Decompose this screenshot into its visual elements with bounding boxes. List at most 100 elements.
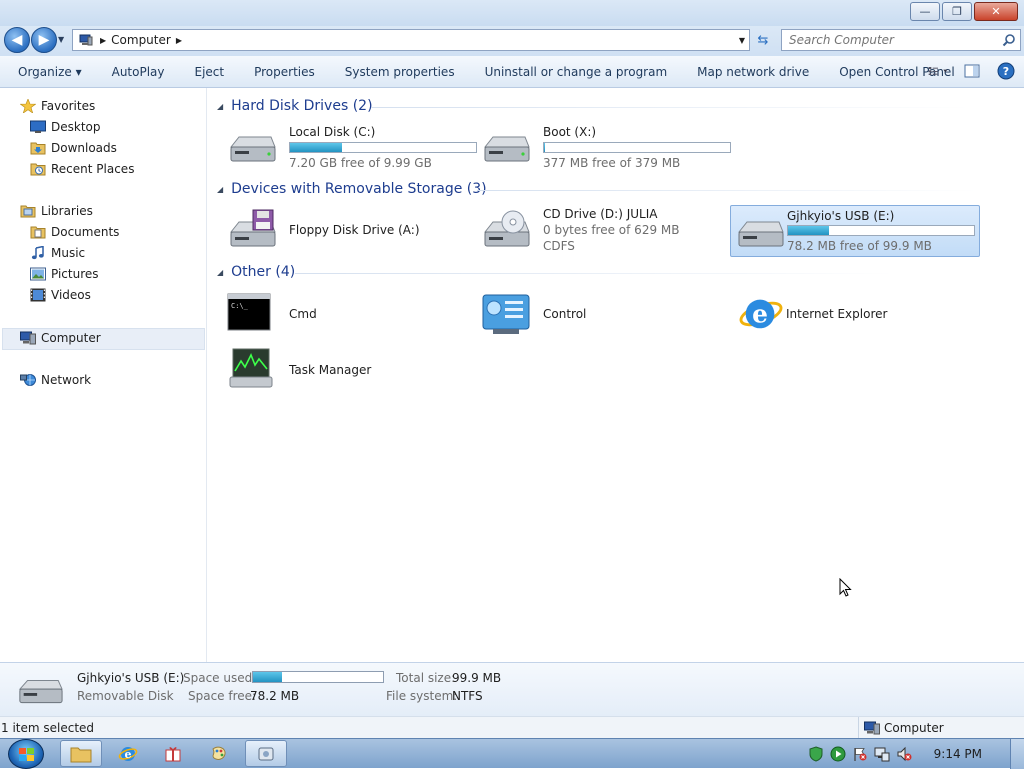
item-label: Task Manager [289,363,372,377]
search-input[interactable] [789,33,999,47]
system-properties-button[interactable]: System properties [330,65,470,79]
sidebar-item-pictures[interactable]: Pictures [30,267,99,281]
mouse-pointer-icon [839,578,852,597]
details-space-used-label: Space used: [183,671,257,685]
item-label: Cmd [289,307,317,321]
taskbar-ie-button[interactable]: e [107,740,149,767]
sidebar-item-computer[interactable]: Computer [20,331,101,345]
show-desktop-button[interactable] [1010,739,1024,769]
sidebar-item-recent-places[interactable]: Recent Places [30,162,134,176]
item-internet-explorer[interactable]: e Internet Explorer [730,289,980,341]
taskbar-app-button[interactable] [152,740,194,767]
group-header-hard-disk-drives[interactable]: ◢ Hard Disk Drives (2) [217,98,373,114]
refresh-button[interactable]: ⇆ [752,29,774,51]
minimize-button[interactable]: — [910,2,940,21]
search-box[interactable] [781,29,1021,51]
help-button[interactable]: ? [996,62,1016,80]
sidebar-item-desktop[interactable]: Desktop [30,120,101,134]
taskbar-active-window-button[interactable] [245,740,287,767]
sidebar-item-label: Music [51,246,86,260]
drive-item-floppy-a[interactable]: Floppy Disk Drive (A:) [217,205,467,257]
music-note-icon [31,246,44,260]
forward-button[interactable]: ▶ [31,27,57,53]
star-icon [20,99,36,113]
sidebar-item-label: Desktop [51,120,101,134]
navigation-pane: Favorites Desktop Downloads Recent Place… [0,88,207,662]
collapse-triangle-icon[interactable]: ◢ [217,268,223,277]
videos-icon [30,288,46,302]
details-drive-type: Removable Disk [77,689,174,703]
drive-usage-fill [290,143,343,152]
sidebar-item-libraries[interactable]: Libraries [20,204,93,218]
close-button[interactable]: ✕ [974,2,1018,21]
group-divider [371,107,971,108]
breadcrumb-computer[interactable]: Computer [111,33,171,47]
collapse-triangle-icon[interactable]: ◢ [217,102,223,111]
libraries-icon [20,205,36,218]
item-cmd[interactable]: C:\_ Cmd [217,289,467,341]
svg-text:?: ? [1003,65,1009,78]
security-shield-icon[interactable] [808,746,824,762]
network-status-icon[interactable] [874,746,890,762]
restore-button[interactable]: ❐ [942,2,972,21]
sidebar-item-label: Recent Places [51,162,135,176]
group-header-other[interactable]: ◢ Other (4) [217,264,295,280]
organize-button[interactable]: Organize ▾ [0,65,97,79]
taskbar-explorer-button[interactable] [60,740,102,767]
action-center-flag-icon[interactable] [852,746,868,762]
taskbar: e 9:14 PM [0,738,1024,769]
preview-pane-button[interactable] [962,62,982,80]
group-header-removable-storage[interactable]: ◢ Devices with Removable Storage (3) [217,181,487,197]
status-divider [858,717,859,739]
sidebar-item-favorites[interactable]: Favorites [20,99,95,113]
back-button[interactable]: ◀ [4,27,30,53]
autoplay-button[interactable]: AutoPlay [97,65,180,79]
eject-button[interactable]: Eject [180,65,240,79]
command-bar: Organize ▾ AutoPlay Eject Properties Sys… [0,56,1024,88]
change-view-button[interactable] [928,62,948,80]
title-bar: — ❐ ✕ [0,0,1024,26]
details-file-system-label: File system: [386,689,458,703]
map-network-drive-button[interactable]: Map network drive [682,65,824,79]
collapse-triangle-icon[interactable]: ◢ [217,185,223,194]
sidebar-item-music[interactable]: Music [30,246,85,260]
breadcrumb-separator-icon[interactable]: ▶ [176,36,182,45]
breadcrumb-separator-icon[interactable]: ▶ [100,36,106,45]
address-bar[interactable]: ▶ Computer ▶ ▼ [72,29,750,51]
recent-pages-dropdown[interactable]: ▼ [58,35,64,44]
sidebar-item-downloads[interactable]: Downloads [30,141,117,155]
taskbar-paint-button[interactable] [198,740,240,767]
sidebar-item-network[interactable]: Network [20,373,91,387]
cd-drive-icon [483,210,530,247]
start-button[interactable] [8,739,44,769]
uninstall-program-button[interactable]: Uninstall or change a program [470,65,683,79]
folder-icon [70,747,92,762]
hard-drive-icon [483,136,530,162]
command-prompt-icon: C:\_ [227,293,271,331]
properties-button[interactable]: Properties [239,65,330,79]
drive-item-local-disk-c[interactable]: Local Disk (C:) 7.20 GB free of 9.99 GB [217,121,477,173]
item-task-manager[interactable]: Task Manager [217,345,467,397]
volume-muted-icon[interactable] [896,746,912,762]
recent-places-icon [30,163,46,176]
sidebar-item-videos[interactable]: Videos [30,288,91,302]
details-total-size-label: Total size: [396,671,456,685]
search-icon[interactable] [1002,33,1016,47]
media-play-icon[interactable] [830,746,846,762]
drive-item-cd-d[interactable]: CD Drive (D:) JULIA 0 bytes free of 629 … [471,205,721,257]
internet-explorer-icon: e [739,300,783,329]
sidebar-item-label: Favorites [41,99,96,113]
svg-text:e: e [752,300,768,329]
item-control[interactable]: Control [471,289,721,341]
group-divider [477,190,977,191]
clock[interactable]: 9:14 PM [934,747,982,761]
refresh-icon: ⇆ [757,32,769,48]
drive-file-system: CDFS [543,239,575,253]
drive-item-usb-e[interactable]: Gjhkyio's USB (E:) 78.2 MB free of 99.9 … [730,205,980,257]
drive-label: CD Drive (D:) JULIA [543,207,658,221]
sidebar-item-documents[interactable]: Documents [30,225,119,239]
network-icon [20,374,36,386]
address-dropdown-icon[interactable]: ▼ [739,36,745,45]
drive-item-boot-x[interactable]: Boot (X:) 377 MB free of 379 MB [471,121,731,173]
gift-package-icon [165,746,181,761]
